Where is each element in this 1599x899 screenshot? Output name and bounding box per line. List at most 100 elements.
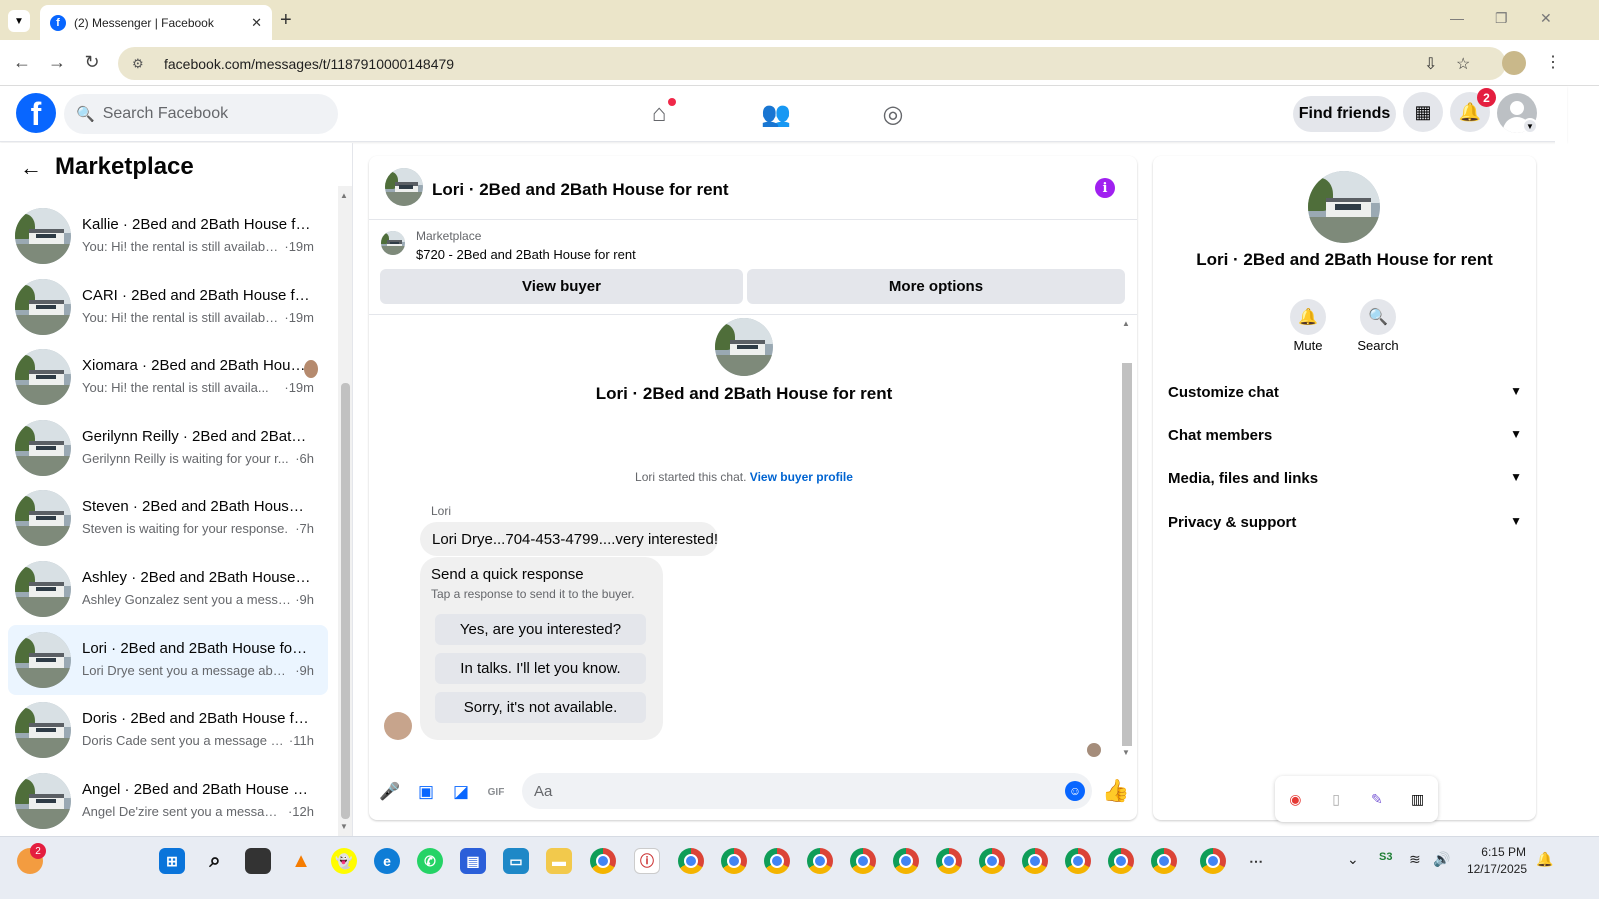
app-icon[interactable]: ▭ xyxy=(503,848,529,874)
clock-date[interactable]: 12/17/2025 xyxy=(1465,862,1527,876)
search-label[interactable]: Search xyxy=(1348,338,1408,353)
conversation-item[interactable]: Gerilynn Reilly · 2Bed and 2Bath House f… xyxy=(8,413,328,483)
chrome-icon[interactable] xyxy=(764,848,790,874)
chat-title[interactable]: Lori · 2Bed and 2Bath House for rent xyxy=(432,180,729,200)
bookmark-star-icon[interactable]: ☆ xyxy=(1456,54,1470,74)
store-icon[interactable]: ▤ xyxy=(460,848,486,874)
chrome-icon[interactable] xyxy=(1200,848,1226,874)
chrome-icon[interactable] xyxy=(1151,848,1177,874)
clock-time[interactable]: 6:15 PM xyxy=(1478,845,1526,859)
gif-icon[interactable]: GIF xyxy=(485,781,507,803)
conversation-item[interactable]: Steven · 2Bed and 2Bath House for rent St… xyxy=(8,483,328,553)
browser-menu-icon[interactable]: ⋮ xyxy=(1545,52,1561,72)
app-icon[interactable]: ⓘ xyxy=(634,848,660,874)
facebook-logo-icon[interactable]: f xyxy=(16,93,56,133)
edge-icon[interactable]: e xyxy=(374,848,400,874)
conversation-item[interactable]: Kallie · 2Bed and 2Bath House for rent Yo… xyxy=(8,201,328,271)
quick-response-button[interactable]: In talks. I'll let you know. xyxy=(435,653,646,684)
chat-scroll-up-icon[interactable]: ▲ xyxy=(1122,319,1130,328)
find-friends-button[interactable]: Find friends xyxy=(1293,96,1396,132)
task-view-icon[interactable] xyxy=(245,848,271,874)
start-windows-icon[interactable]: ⊞ xyxy=(159,848,185,874)
conversation-item[interactable]: Ashley · 2Bed and 2Bath House for rent As… xyxy=(8,554,328,624)
search-icon[interactable]: ⌕ xyxy=(202,848,228,874)
customize-chat-section[interactable]: Customize chat ▼ xyxy=(1168,384,1522,401)
install-app-icon[interactable]: ⇩ xyxy=(1424,54,1437,74)
chat-avatar[interactable] xyxy=(385,168,423,206)
microphone-icon[interactable]: 🎤 xyxy=(379,781,401,803)
browser-profile-icon[interactable] xyxy=(1502,51,1526,75)
chrome-icon[interactable] xyxy=(590,848,616,874)
sender-avatar[interactable] xyxy=(384,712,412,740)
view-buyer-button[interactable]: View buyer xyxy=(380,269,743,304)
wifi-icon[interactable]: ≋ xyxy=(1409,851,1421,868)
back-arrow-icon[interactable]: ← xyxy=(20,155,42,181)
minimize-button[interactable]: — xyxy=(1450,10,1464,26)
pen-icon[interactable]: ✎ xyxy=(1365,787,1389,811)
chrome-icon[interactable] xyxy=(1065,848,1091,874)
chrome-icon[interactable] xyxy=(678,848,704,874)
browser-tab[interactable]: f (2) Messenger | Facebook ✕ xyxy=(40,5,272,40)
chart-icon[interactable]: ▥ xyxy=(1406,787,1430,811)
volume-icon[interactable]: 🔊 xyxy=(1433,851,1450,868)
sidebar-scroll-thumb[interactable] xyxy=(341,383,350,819)
listing-price[interactable]: $720 - 2Bed and 2Bath House for rent xyxy=(416,247,636,262)
back-icon[interactable]: ← xyxy=(10,52,34,73)
conversation-item[interactable]: CARI · 2Bed and 2Bath House for rent You:… xyxy=(8,272,328,342)
quick-response-button[interactable]: Sorry, it's not available. xyxy=(435,692,646,723)
more-apps-icon[interactable]: ⋯ xyxy=(1243,848,1269,874)
view-buyer-profile-link[interactable]: View buyer profile xyxy=(750,470,853,484)
sheets-tray-icon[interactable]: S3 xyxy=(1379,851,1392,863)
facebook-search-input[interactable]: 🔍 Search Facebook xyxy=(64,94,338,134)
whatsapp-icon[interactable]: ✆ xyxy=(417,848,443,874)
forward-icon[interactable]: → xyxy=(45,52,69,73)
chrome-icon[interactable] xyxy=(1108,848,1134,874)
site-info-icon[interactable]: ⚙ xyxy=(132,56,150,72)
media-files-section[interactable]: Media, files and links ▼ xyxy=(1168,470,1522,487)
snapchat-icon[interactable]: 👻 xyxy=(331,848,357,874)
conversation-item[interactable]: Lori · 2Bed and 2Bath House for rent Lori… xyxy=(8,625,328,695)
privacy-support-section[interactable]: Privacy & support ▼ xyxy=(1168,514,1522,531)
file-explorer-icon[interactable]: ▬ xyxy=(546,848,572,874)
notification-bell-icon[interactable]: 🔔 xyxy=(1536,851,1553,868)
chrome-icon[interactable] xyxy=(936,848,962,874)
chrome-icon[interactable] xyxy=(721,848,747,874)
chat-scroll-thumb[interactable] xyxy=(1122,363,1132,746)
conversation-item[interactable]: Doris · 2Bed and 2Bath House for rent Dor… xyxy=(8,695,328,765)
friends-icon[interactable]: 👥 xyxy=(760,98,792,130)
groups-icon[interactable]: ◎ xyxy=(877,98,909,130)
chrome-icon[interactable] xyxy=(893,848,919,874)
photo-icon[interactable]: ▣ xyxy=(415,781,437,803)
more-options-button[interactable]: More options xyxy=(747,269,1125,304)
conversation-item[interactable]: Angel · 2Bed and 2Bath House for rent Ang… xyxy=(8,766,328,836)
url-bar[interactable]: ⚙ facebook.com/messages/t/11879100001484… xyxy=(118,47,1506,80)
chrome-icon[interactable] xyxy=(850,848,876,874)
scroll-up-arrow-icon[interactable]: ▲ xyxy=(340,191,348,200)
tab-close-icon[interactable]: ✕ xyxy=(251,15,262,31)
tab-search-button[interactable]: ▼ xyxy=(8,10,30,32)
conversation-item[interactable]: Xiomara · 2Bed and 2Bath House for rent Y… xyxy=(8,342,328,412)
chevron-down-icon[interactable]: ▼ xyxy=(1522,118,1538,134)
reload-icon[interactable]: ↻ xyxy=(80,52,104,73)
close-window-button[interactable]: ✕ xyxy=(1540,10,1552,27)
thumbs-up-icon[interactable]: 👍 xyxy=(1102,778,1129,804)
vlc-icon[interactable]: ▲ xyxy=(288,848,314,874)
quick-response-button[interactable]: Yes, are you interested? xyxy=(435,614,646,645)
info-icon[interactable]: i xyxy=(1095,178,1115,198)
chrome-icon[interactable] xyxy=(807,848,833,874)
chrome-icon[interactable] xyxy=(979,848,1005,874)
emoji-icon[interactable]: ☺ xyxy=(1065,781,1085,801)
chat-scroll-down-icon[interactable]: ▼ xyxy=(1122,748,1130,757)
mute-bell-icon[interactable]: 🔔 xyxy=(1290,299,1326,335)
clipboard-icon[interactable]: ▯ xyxy=(1324,787,1348,811)
chrome-icon[interactable] xyxy=(1022,848,1048,874)
scroll-down-arrow-icon[interactable]: ▼ xyxy=(340,822,348,831)
chat-members-section[interactable]: Chat members ▼ xyxy=(1168,427,1522,444)
mute-label[interactable]: Mute xyxy=(1278,338,1338,353)
search-icon[interactable]: 🔍 xyxy=(1360,299,1396,335)
sticker-icon[interactable]: ◪ xyxy=(450,781,472,803)
color-wheel-icon[interactable]: ◉ xyxy=(1283,787,1307,811)
page-scrollbar[interactable] xyxy=(1555,86,1567,836)
menu-grid-icon[interactable]: ▦ xyxy=(1403,92,1443,132)
message-bubble[interactable]: Lori Drye...704-453-4799....very interes… xyxy=(420,522,718,556)
